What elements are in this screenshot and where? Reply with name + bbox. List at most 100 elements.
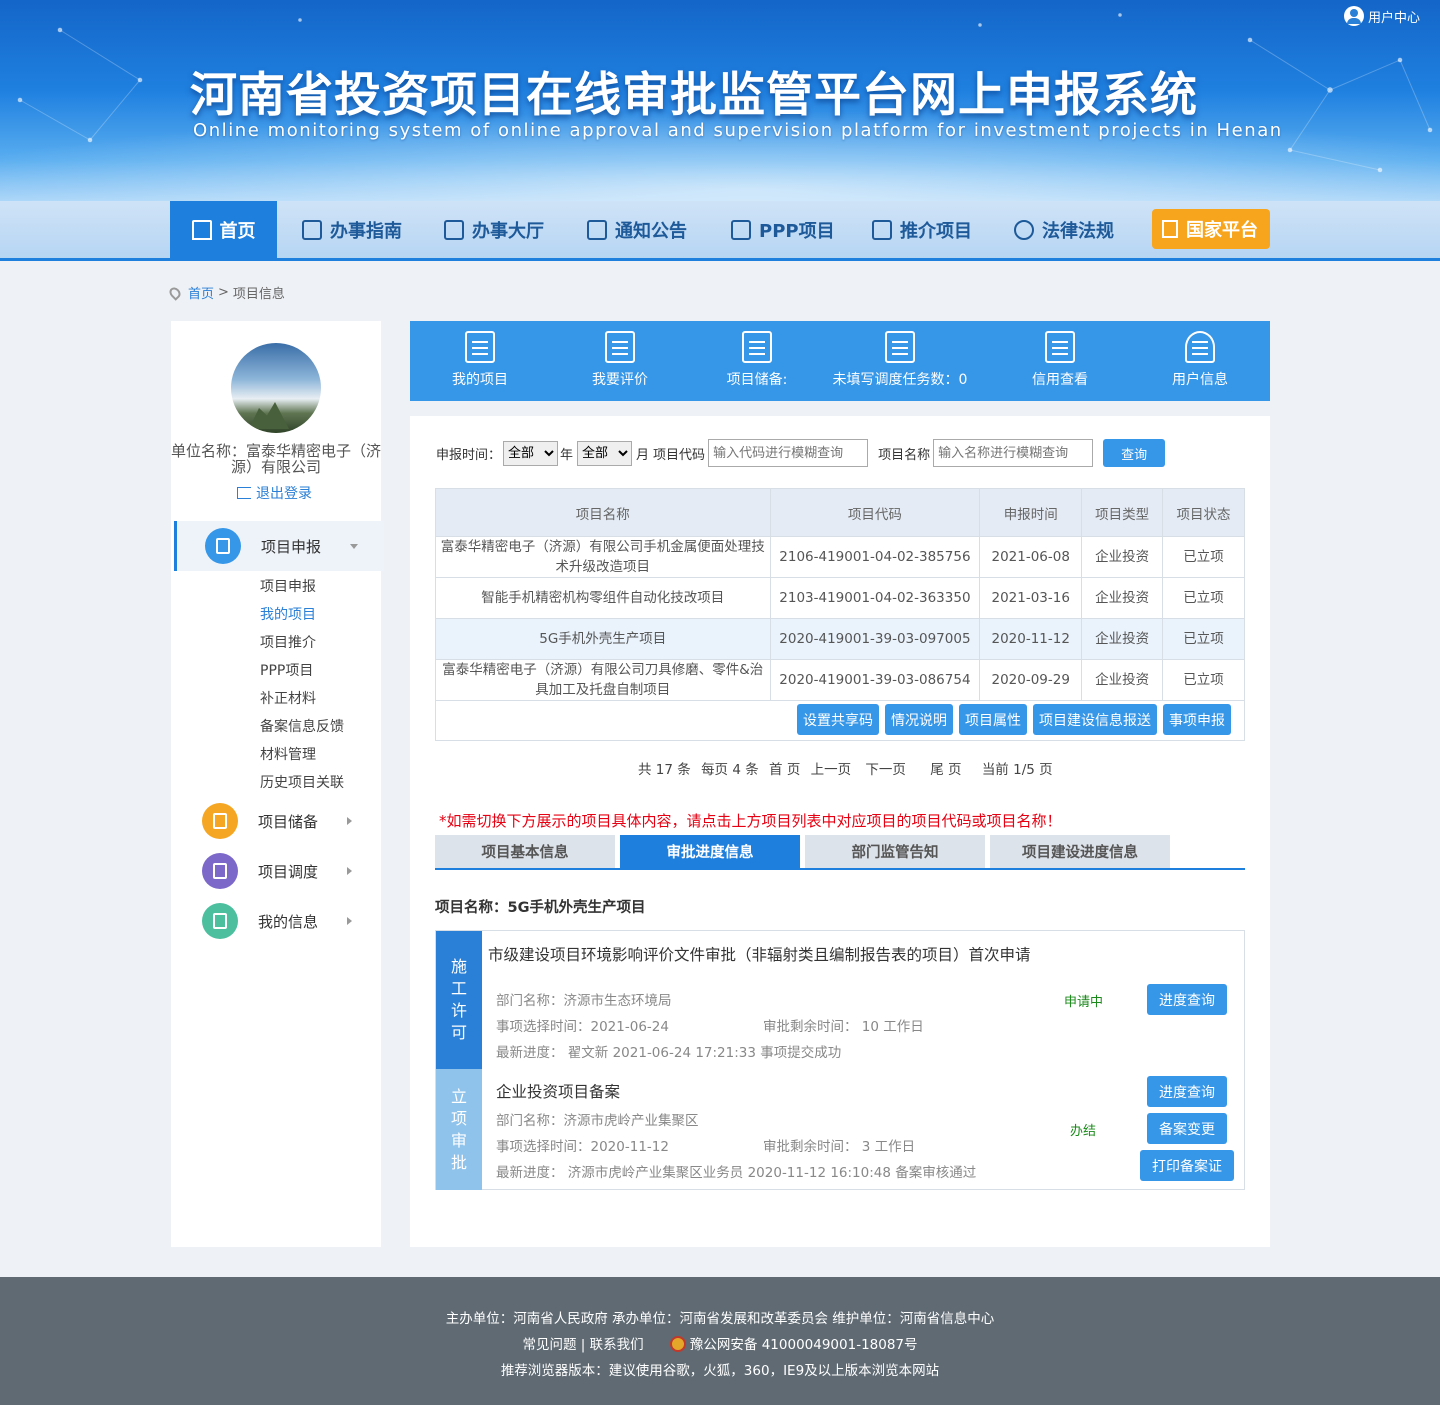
tab-basic-info[interactable]: 项目基本信息	[435, 835, 615, 868]
quick-schedule-tasks-label: 未填写调度任务数：0	[832, 372, 968, 388]
year-select[interactable]: 全部	[503, 440, 559, 466]
sidebar-group-my-info[interactable]: 我的信息	[171, 896, 381, 946]
sidebar-item-my-projects[interactable]: 我的项目	[260, 604, 316, 624]
selected-project-name: 项目名称：5G手机外壳生产项目	[435, 900, 646, 916]
footer: 主办单位：河南省人民政府 承办单位：河南省发展和改革委员会 维护单位：河南省信息…	[0, 1277, 1440, 1405]
project-name-input[interactable]	[933, 439, 1094, 467]
user-center-link[interactable]: 用户中心	[1343, 6, 1420, 26]
step-title: 市级建设项目环境影响评价文件审批（非辐射类且编制报告表的项目）首次申请	[488, 946, 1031, 964]
cell-declare-time: 2021-03-16	[979, 577, 1083, 619]
breadcrumb-current: 项目信息	[232, 287, 285, 302]
sidebar-item-declare[interactable]: 项目申报	[260, 576, 316, 596]
situation-button[interactable]: 情况说明	[885, 704, 953, 735]
col-project-status: 项目状态	[1162, 488, 1245, 537]
nav-recommend[interactable]: 推介项目	[872, 201, 972, 258]
quick-access-bar: 我的项目 我要评价 项目储备: 未填写调度任务数：0 信用查看 用户信息	[410, 321, 1270, 401]
sidebar-item-filing-feedback[interactable]: 备案信息反馈	[260, 716, 344, 736]
unit-name: 单位名称：富泰华精密电子（济源）有限公司	[171, 442, 382, 476]
table-row[interactable]: 富泰华精密电子（济源）有限公司刀具修磨、零件&治具加工及托盘自制项目 2020-…	[435, 659, 1245, 701]
pager-per-page: 每页 4 条	[701, 762, 759, 778]
quick-credit[interactable]: 信用查看	[990, 321, 1130, 401]
project-attributes-button[interactable]: 项目属性	[959, 704, 1027, 735]
cell-project-code[interactable]: 2103-419001-04-02-363350	[769, 577, 981, 619]
sidebar-group-reserve[interactable]: 项目储备	[171, 796, 381, 846]
user-center-label: 用户中心	[1367, 10, 1420, 26]
main-nav: 首页 办事指南 办事大厅 通知公告 PPP项目 推介项目 法律法规 国家平台	[0, 201, 1440, 261]
step-remain-time: 审批剩余时间： 3 工作日	[763, 1139, 916, 1155]
cell-project-name[interactable]: 智能手机精密机构零组件自动化技改项目	[435, 577, 771, 619]
construction-report-button[interactable]: 项目建设信息报送	[1033, 704, 1157, 735]
chevron-down-icon	[350, 543, 358, 549]
faq-link[interactable]: 常见问题	[522, 1337, 576, 1353]
query-button[interactable]: 查询	[1103, 439, 1166, 467]
nav-ppp[interactable]: PPP项目	[731, 201, 835, 258]
quick-user-info[interactable]: 用户信息	[1130, 321, 1270, 401]
pager-total: 共 17 条	[638, 762, 691, 778]
nav-notice[interactable]: 通知公告	[587, 201, 687, 258]
quick-my-projects[interactable]: 我的项目	[410, 321, 550, 401]
cell-project-name[interactable]: 5G手机外壳生产项目	[435, 618, 771, 660]
month-unit: 月	[636, 447, 650, 463]
quick-user-info-label: 用户信息	[1172, 372, 1228, 388]
logout-link[interactable]: 退出登录	[237, 483, 312, 503]
id-card-icon	[605, 331, 635, 363]
col-project-type: 项目类型	[1081, 488, 1164, 537]
progress-query-button[interactable]: 进度查询	[1147, 984, 1227, 1015]
quick-reserve[interactable]: 项目储备:	[687, 321, 827, 401]
cell-project-code[interactable]: 2020-419001-39-03-097005	[769, 618, 981, 660]
sidebar-item-history-link[interactable]: 历史项目关联	[260, 772, 344, 792]
quick-evaluate[interactable]: 我要评价	[550, 321, 690, 401]
step-dept: 部门名称：济源市生态环境局	[496, 993, 672, 1009]
breadcrumb-home[interactable]: 首页	[188, 283, 214, 302]
nav-law[interactable]: 法律法规	[1014, 201, 1114, 258]
share-code-button[interactable]: 设置共享码	[797, 704, 879, 735]
cell-project-code[interactable]: 2020-419001-39-03-086754	[769, 659, 981, 701]
cell-project-name[interactable]: 富泰华精密电子（济源）有限公司刀具修磨、零件&治具加工及托盘自制项目	[435, 659, 771, 701]
item-declare-button[interactable]: 事项申报	[1163, 704, 1231, 735]
approval-steps: 施工许可 市级建设项目环境影响评价文件审批（非辐射类且编制报告表的项目）首次申请…	[435, 930, 1245, 1190]
table-row-selected[interactable]: 5G手机外壳生产项目 2020-419001-39-03-097005 2020…	[435, 618, 1245, 660]
ppp-icon	[731, 219, 751, 240]
cell-project-type: 企业投资	[1081, 577, 1164, 619]
cell-declare-time: 2020-09-29	[979, 659, 1083, 701]
nav-national-platform[interactable]: 国家平台	[1152, 209, 1270, 249]
quick-schedule-tasks[interactable]: 未填写调度任务数：0	[830, 321, 970, 401]
pager-prev[interactable]: 上一页	[811, 762, 852, 778]
police-record[interactable]: 豫公网安备 41000049001-18087号	[690, 1337, 918, 1353]
sidebar-group-declare-label: 项目申报	[261, 537, 322, 556]
filter-bar: 申报时间： 全部 年 全部 月 项目代码 项目名称 查询	[436, 439, 1166, 467]
breadcrumb-separator: >	[218, 285, 229, 300]
pager-first[interactable]: 首 页	[769, 762, 800, 778]
contact-link[interactable]: 联系我们	[590, 1337, 644, 1353]
nav-home[interactable]: 首页	[170, 201, 277, 258]
nav-hall[interactable]: 办事大厅	[444, 201, 544, 258]
filing-change-button[interactable]: 备案变更	[1147, 1113, 1227, 1144]
project-code-input[interactable]	[708, 439, 869, 467]
pager-last[interactable]: 尾 页	[930, 762, 961, 778]
tab-approval-progress[interactable]: 审批进度信息	[620, 835, 800, 868]
pager-next[interactable]: 下一页	[865, 762, 906, 778]
sidebar-item-promotion[interactable]: 项目推介	[260, 632, 316, 652]
main-panel: 申报时间： 全部 年 全部 月 项目代码 项目名称 查询 项目名称 项目代码 申…	[410, 416, 1270, 1247]
sidebar-group-schedule[interactable]: 项目调度	[171, 846, 381, 896]
tab-construction-progress[interactable]: 项目建设进度信息	[990, 835, 1170, 868]
document-edit-icon	[742, 331, 772, 363]
print-filing-cert-button[interactable]: 打印备案证	[1140, 1150, 1234, 1181]
sidebar-item-supplement[interactable]: 补正材料	[260, 688, 316, 708]
table-row[interactable]: 富泰华精密电子（济源）有限公司手机金属便面处理技术升级改造项目 2106-419…	[435, 536, 1245, 578]
nav-guide[interactable]: 办事指南	[302, 201, 402, 258]
tab-supervision[interactable]: 部门监管告知	[805, 835, 985, 868]
sidebar-group-declare[interactable]: 项目申报	[174, 521, 384, 571]
nav-home-label: 首页	[219, 220, 256, 242]
sidebar-item-ppp[interactable]: PPP项目	[260, 660, 313, 680]
progress-query-button[interactable]: 进度查询	[1147, 1076, 1227, 1107]
step-dept: 部门名称：济源市虎岭产业集聚区	[496, 1113, 699, 1129]
step-latest-progress: 最新进度： 济源市虎岭产业集聚区业务员 2020-11-12 16:10:48 …	[496, 1165, 977, 1181]
time-label: 申报时间：	[436, 447, 502, 463]
cell-project-name[interactable]: 富泰华精密电子（济源）有限公司手机金属便面处理技术升级改造项目	[435, 536, 771, 578]
table-row[interactable]: 智能手机精密机构零组件自动化技改项目 2103-419001-04-02-363…	[435, 577, 1245, 619]
sidebar-item-materials[interactable]: 材料管理	[260, 744, 316, 764]
cell-project-code[interactable]: 2106-419001-04-02-385756	[769, 536, 981, 578]
breadcrumb: 首页 > 项目信息	[167, 283, 285, 302]
month-select[interactable]: 全部	[577, 440, 633, 466]
